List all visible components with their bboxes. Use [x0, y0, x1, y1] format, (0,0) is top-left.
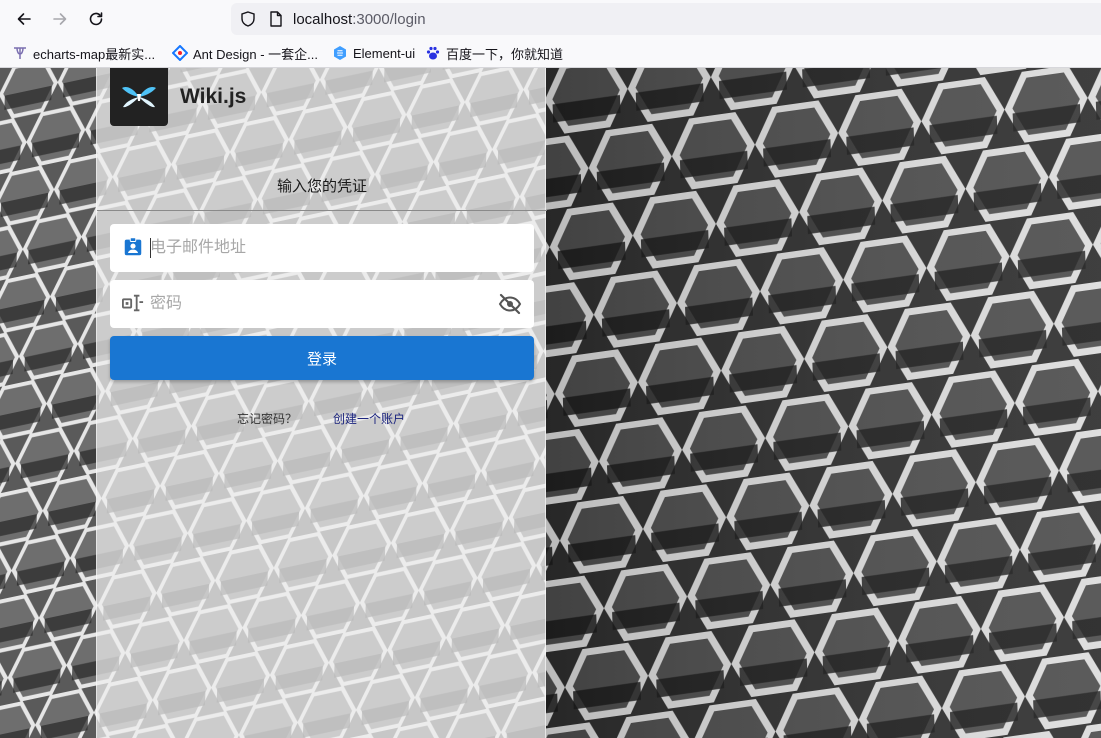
brand-name: Wiki.js — [180, 85, 247, 108]
arrow-right-icon — [53, 13, 67, 25]
bookmarks-bar: echarts-map最新实... Ant Design - 一套企... El… — [0, 38, 1101, 68]
url-bar[interactable]: localhost:3000/login — [231, 3, 1101, 35]
bookmark-ant-design[interactable]: Ant Design - 一套企... — [172, 44, 318, 62]
eye-off-icon[interactable] — [498, 292, 522, 316]
back-button[interactable] — [12, 7, 36, 31]
bookmark-label: echarts-map最新实... — [33, 46, 156, 62]
url-path: :3000/login — [352, 11, 426, 28]
echarts-icon — [14, 47, 26, 59]
ant-design-icon — [172, 45, 188, 61]
reload-icon — [89, 12, 103, 26]
bookmark-element-ui[interactable]: Element-ui — [332, 44, 415, 62]
bookmark-label: 百度一下，你就知道 — [446, 46, 564, 62]
wikijs-logo — [110, 68, 168, 126]
arrow-left-icon — [17, 13, 31, 25]
login-button[interactable]: 登录 — [110, 336, 534, 380]
email-field[interactable] — [110, 224, 534, 272]
create-account-link[interactable]: 创建一个账户 — [333, 410, 405, 427]
forward-button[interactable] — [48, 7, 72, 31]
url-text[interactable]: localhost:3000/login — [293, 11, 426, 28]
bookmark-baidu[interactable]: 百度一下，你就知道 — [425, 44, 563, 62]
contact-badge-icon — [124, 237, 142, 256]
bookmark-label: Ant Design - 一套企... — [193, 46, 318, 62]
reload-button[interactable] — [84, 7, 108, 31]
password-cursor-icon — [122, 294, 144, 312]
login-page: Wiki.js 输入您的凭证 电子邮件地址 登录 忘记密码？ 创建一个账户 — [0, 68, 1101, 738]
baidu-icon — [426, 46, 440, 60]
login-panel: Wiki.js 输入您的凭证 电子邮件地址 登录 忘记密码？ 创建一个账户 — [96, 68, 547, 738]
bookmark-label: Element-ui — [353, 45, 416, 61]
login-title: 输入您的凭证 — [276, 178, 367, 195]
browser-toolbar: localhost:3000/login — [0, 0, 1101, 38]
password-input[interactable] — [150, 290, 490, 318]
forgot-password-link[interactable]: 忘记密码？ — [237, 410, 297, 427]
email-input[interactable] — [150, 234, 490, 262]
bookmark-echarts[interactable]: echarts-map最新实... — [12, 44, 155, 62]
title-divider — [97, 210, 547, 211]
url-host: localhost — [293, 11, 353, 28]
page-icon[interactable] — [267, 10, 285, 28]
password-field[interactable] — [110, 280, 534, 328]
element-ui-icon — [334, 46, 346, 60]
shield-icon[interactable] — [239, 10, 257, 28]
wikijs-logo-icon — [122, 86, 156, 108]
